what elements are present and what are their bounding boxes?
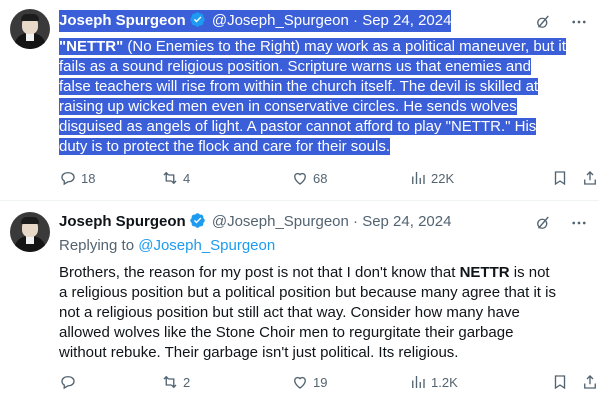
reply-button[interactable] [59, 371, 81, 393]
more-icon[interactable] [569, 213, 589, 233]
bookmark-icon [554, 375, 566, 390]
tweet-date[interactable]: Sep 24, 2024 [362, 12, 451, 29]
reply-icon [61, 172, 75, 186]
reply-button[interactable]: 18 [59, 167, 95, 189]
tweet-body: "NETTR" (No Enemies to the Right) may wo… [59, 37, 584, 157]
body-line-5: without rebuke. Their garbage isn't just… [59, 344, 459, 361]
views-count: 1.2K [431, 374, 458, 390]
share-icon [584, 375, 596, 389]
grok-icon[interactable] [533, 12, 553, 32]
tweet-header: Joseph Spurgeon @Joseph_Spurgeon · Sep 2… [59, 211, 451, 233]
views-button[interactable]: 1.2K [409, 371, 458, 393]
repost-count: 4 [183, 170, 191, 186]
tweet-actions: 18 4 68 22K [59, 167, 596, 189]
repost-button[interactable]: 4 [161, 167, 190, 189]
grok-icon[interactable] [533, 213, 553, 233]
tweet-2[interactable]: Joseph Spurgeon @Joseph_Spurgeon · Sep 2… [0, 200, 599, 403]
repost-count: 2 [183, 374, 191, 390]
reply-icon [61, 376, 75, 390]
share-icon [584, 171, 596, 185]
replying-to-label: Replying to [59, 237, 135, 254]
replying-to-handle[interactable]: @Joseph_Spurgeon [138, 237, 275, 254]
tweet-top-icons [533, 12, 589, 32]
body-line-2: fails as a sound religious position. Scr… [59, 58, 531, 75]
body-line-5: disguised as angels of light. A pastor c… [59, 118, 537, 135]
tweet-date[interactable]: Sep 24, 2024 [362, 213, 451, 230]
like-count: 68 [313, 170, 328, 186]
author-handle[interactable]: @Joseph_Spurgeon [212, 213, 349, 230]
avatar[interactable] [10, 212, 50, 252]
bookmark-icon [554, 171, 566, 186]
repost-icon [163, 171, 177, 185]
replying-to: Replying to @Joseph_Spurgeon [59, 236, 275, 256]
tweet-1[interactable]: Joseph Spurgeon @Joseph_Spurgeon · Sep 2… [0, 0, 599, 200]
author-handle[interactable]: @Joseph_Spurgeon [212, 12, 349, 29]
like-icon [294, 376, 306, 389]
views-icon [412, 172, 425, 184]
like-button[interactable]: 19 [291, 371, 327, 393]
like-button[interactable]: 68 [291, 167, 327, 189]
views-count: 22K [431, 170, 455, 186]
body-line-2: a religious position but a political pos… [59, 284, 556, 301]
tweet-header: Joseph Spurgeon @Joseph_Spurgeon · Sep 2… [59, 10, 452, 32]
repost-icon [163, 375, 177, 389]
body-line-4: raising up wicked men even in conservati… [59, 98, 517, 115]
verified-badge-icon [189, 12, 205, 27]
verified-badge-icon [189, 213, 205, 228]
body-line-1: Brothers, the reason for my post is not … [59, 264, 550, 281]
avatar[interactable] [10, 9, 50, 49]
share-button[interactable] [581, 371, 599, 393]
more-icon[interactable] [569, 12, 589, 32]
author-name[interactable]: Joseph Spurgeon [59, 12, 186, 29]
bookmark-button[interactable] [551, 371, 569, 393]
tweet-top-icons [533, 213, 589, 233]
body-line-3: not a religious position but still act t… [59, 304, 520, 321]
body-line-4: allowed wolves like the Stone Choir men … [59, 324, 514, 341]
bookmark-button[interactable] [551, 167, 569, 189]
views-button[interactable]: 22K [409, 167, 454, 189]
reply-count: 18 [81, 170, 96, 186]
like-icon [294, 172, 306, 185]
repost-button[interactable]: 2 [161, 371, 190, 393]
body-line-3: false teachers will rise from within the… [59, 78, 539, 95]
share-button[interactable] [581, 167, 599, 189]
body-line-6: duty is to protect the flock and care fo… [59, 138, 390, 155]
body-line-1: "NETTR" (No Enemies to the Right) may wo… [59, 38, 566, 55]
author-name[interactable]: Joseph Spurgeon [59, 213, 186, 230]
tweet-body: Brothers, the reason for my post is not … [59, 263, 584, 363]
tweet-actions: 2 19 1.2K [59, 371, 596, 393]
like-count: 19 [313, 374, 328, 390]
views-icon [412, 376, 425, 388]
separator: · [353, 12, 359, 29]
separator: · [353, 213, 359, 230]
